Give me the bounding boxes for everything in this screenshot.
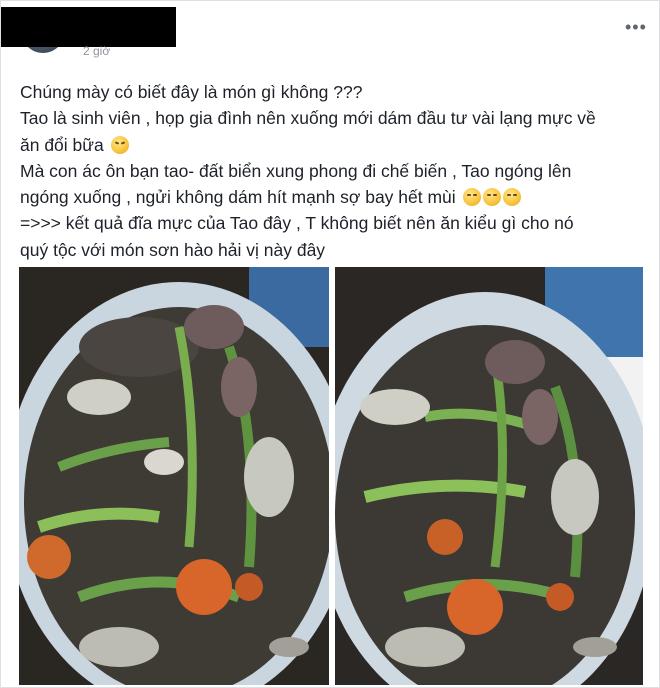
- squid-dish-photo-1[interactable]: [19, 267, 329, 685]
- post-text-line: Tao là sinh viên , họp gia đình nên xuốn…: [20, 108, 596, 129]
- pensive-face-emoji-icon: [482, 188, 501, 207]
- post-text-line-with-emoji: ăn đổi bữa: [20, 132, 650, 158]
- post-text-line: Chúng mày có biết đây là món gì không ??…: [20, 82, 363, 102]
- more-options-icon[interactable]: •••: [625, 17, 647, 38]
- pensive-face-emoji-icon: [502, 188, 521, 207]
- photo-grid: [19, 267, 643, 685]
- post-text-line: ăn đổi bữa: [20, 134, 104, 155]
- post-header: 2 giờ •••: [1, 1, 660, 61]
- pensive-face-emoji-icon: [462, 188, 481, 207]
- post-text-line-with-emoji: ngóng xuống , ngửi không dám hít mạnh sợ…: [20, 184, 650, 210]
- post-text-line: ngóng xuống , ngửi không dám hít mạnh sợ…: [20, 187, 456, 208]
- post-text-line: quý tộc với món sơn hào hải vị này đây: [20, 239, 326, 260]
- post-text-line: Mà con ác ôn bạn tao- đất biển xung phon…: [20, 160, 572, 181]
- redacted-author-name: [1, 7, 176, 47]
- tired-face-emoji-icon: [110, 135, 129, 154]
- post-text-line: =>>> kết quả đĩa mực của Tao đây , T khô…: [20, 213, 574, 234]
- post-text: Chúng mày có biết đây là món gì không ??…: [20, 79, 650, 263]
- post-timestamp[interactable]: 2 giờ: [83, 44, 110, 58]
- squid-dish-photo-2[interactable]: [335, 267, 643, 685]
- facebook-post: 2 giờ ••• Chúng mày có biết đây là món g…: [0, 0, 660, 688]
